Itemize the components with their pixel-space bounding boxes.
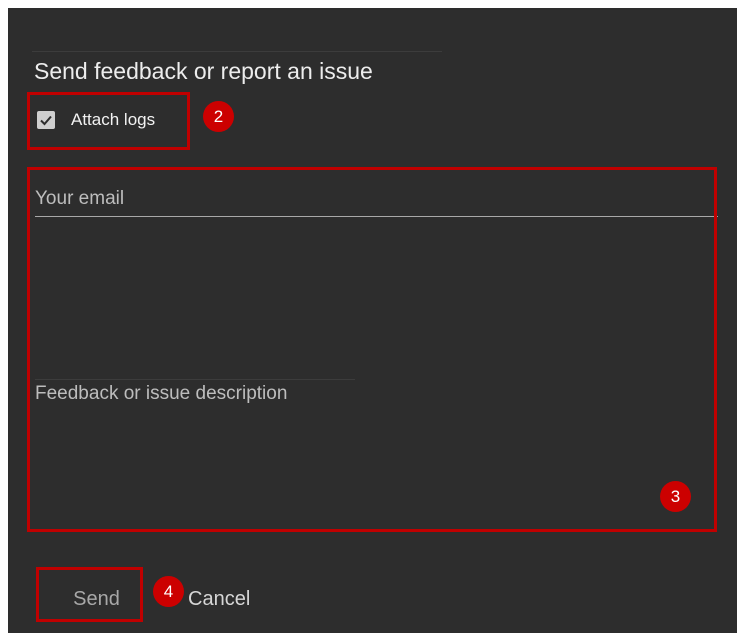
- annotation-box-send: [36, 567, 143, 622]
- annotation-box-form-fields: [27, 167, 717, 532]
- annotation-badge-4: 4: [153, 576, 184, 607]
- annotation-badge-3: 3: [660, 481, 691, 512]
- cancel-button[interactable]: Cancel: [188, 577, 278, 621]
- title-divider: [32, 51, 442, 52]
- annotation-box-attach-logs: [27, 92, 190, 150]
- annotation-badge-2: 2: [203, 101, 234, 132]
- dialog-title: Send feedback or report an issue: [34, 58, 373, 84]
